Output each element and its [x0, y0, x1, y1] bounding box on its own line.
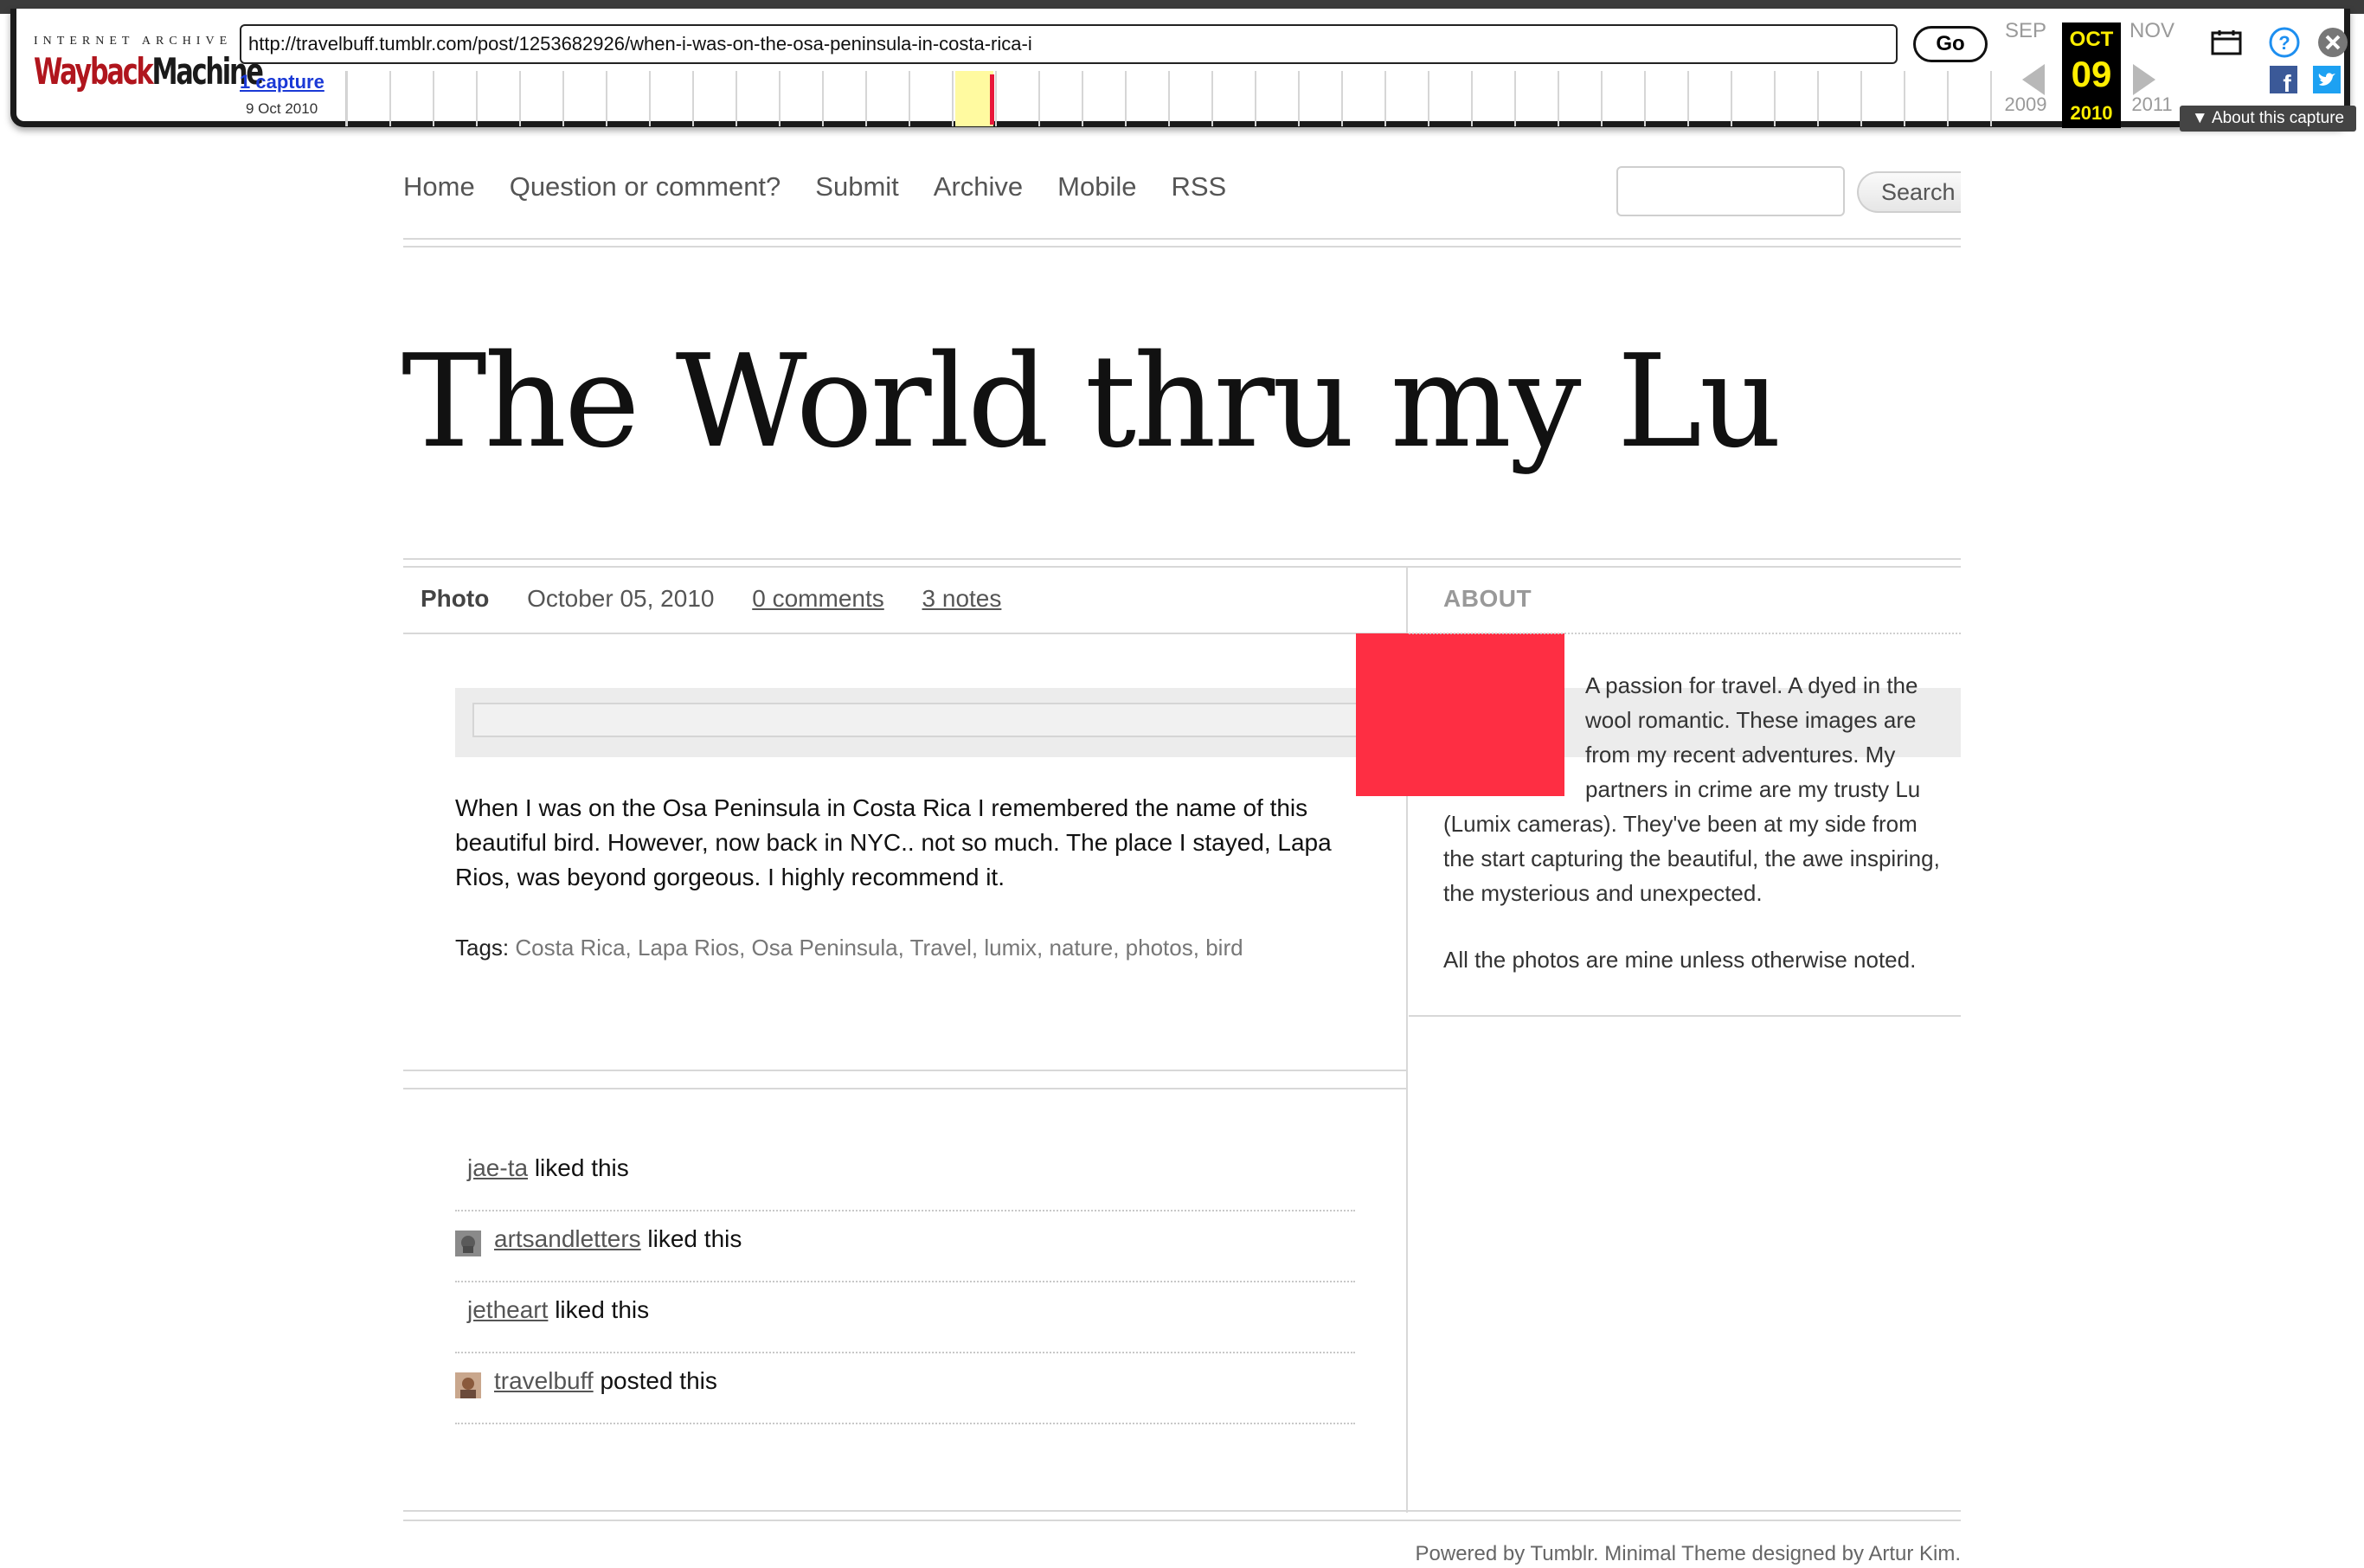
next-year-label[interactable]: 2011: [2117, 93, 2187, 116]
wayback-go-button[interactable]: Go: [1913, 26, 1988, 62]
post-meta: Photo October 05, 2010 0 comments 3 note…: [421, 585, 1032, 620]
capture-date: 9 Oct 2010: [246, 100, 318, 117]
footer-credits: Powered by Tumblr. Minimal Theme designe…: [1415, 1542, 1962, 1565]
help-icon[interactable]: ?: [2268, 26, 2301, 59]
note-item: jetheart liked this: [455, 1284, 1355, 1353]
about-text: (Lumix cameras). They've been at my side…: [1443, 811, 1940, 906]
tag-link[interactable]: bird: [1205, 935, 1243, 961]
note-action: liked this: [647, 1225, 742, 1252]
prev-capture-arrow-icon[interactable]: [2022, 64, 2045, 95]
tag-link[interactable]: Lapa Rios: [638, 935, 739, 961]
current-year-label: 2010: [2070, 102, 2113, 124]
avatar[interactable]: [455, 1231, 481, 1256]
post-meta-divider: [403, 633, 1407, 634]
tag-link[interactable]: photos: [1126, 935, 1193, 961]
logo-wayback-word: Wayback: [34, 50, 154, 93]
header-divider-top: [403, 238, 1961, 240]
notes-divider-top: [403, 1070, 1407, 1071]
red-overlay-block: [1356, 633, 1564, 796]
note-text: artsandletters liked this: [494, 1225, 742, 1253]
about-this-capture-button[interactable]: ▼ About this capture: [2180, 106, 2356, 132]
close-icon[interactable]: [2316, 26, 2349, 59]
wayback-logo[interactable]: INTERNET ARCHIVE WaybackMachine: [34, 35, 264, 112]
logo-wayback-machine-text: WaybackMachine: [34, 50, 264, 93]
tags-label: Tags:: [455, 935, 510, 961]
about-text-wrapped: A passion for travel. A dyed in the wool…: [1585, 672, 1921, 802]
footer-divider-bottom: [403, 1520, 1961, 1521]
post-type[interactable]: Photo: [421, 585, 489, 612]
about-note: All the photos are mine unless otherwise…: [1443, 947, 1917, 973]
tag-link[interactable]: lumix: [984, 935, 1037, 961]
tag-link[interactable]: Osa Peninsula: [752, 935, 898, 961]
nav-mobile[interactable]: Mobile: [1057, 171, 1136, 206]
capture-sparkline[interactable]: [345, 71, 1995, 126]
captures-link[interactable]: 1 capture: [240, 71, 324, 93]
notes-link[interactable]: 3 notes: [922, 585, 1002, 612]
nav-question[interactable]: Question or comment?: [510, 171, 781, 206]
post-caption: When I was on the Osa Peninsula in Costa…: [455, 794, 1332, 890]
comments-link[interactable]: 0 comments: [752, 585, 884, 612]
current-month-label: OCT: [2069, 28, 2114, 51]
note-item: jae-ta liked this: [455, 1142, 1355, 1211]
blog-nav: Home Question or comment? Submit Archive…: [403, 171, 1261, 206]
blog-title[interactable]: The World thru my Lu: [401, 327, 1782, 476]
tag-link[interactable]: Travel: [910, 935, 972, 961]
header-divider-bottom: [403, 246, 1961, 247]
note-text: jae-ta liked this: [467, 1154, 629, 1182]
twitter-icon[interactable]: [2313, 66, 2341, 93]
note-action: liked this: [534, 1154, 629, 1181]
note-action: posted this: [600, 1367, 717, 1394]
svg-text:?: ?: [2278, 32, 2290, 54]
sidebar-divider: [1409, 1015, 1961, 1017]
prev-month-label[interactable]: SEP: [1991, 19, 2060, 43]
search-input[interactable]: [1616, 166, 1845, 216]
sidebar-heading-divider: [1409, 633, 1961, 634]
post-date[interactable]: October 05, 2010: [527, 585, 714, 612]
content-divider-top: [403, 558, 1961, 560]
nav-archive[interactable]: Archive: [934, 171, 1023, 206]
note-user-link[interactable]: jae-ta: [467, 1154, 528, 1181]
note-text: travelbuff posted this: [494, 1367, 717, 1395]
svg-text:f: f: [2283, 70, 2291, 93]
sidebar-heading: ABOUT: [1443, 585, 1532, 612]
next-month-label[interactable]: NOV: [2117, 19, 2187, 43]
sparkline-current-month-highlight: [955, 71, 993, 126]
wayback-toolbar: INTERNET ARCHIVE WaybackMachine Go 1 cap…: [10, 9, 2356, 132]
prev-year-label[interactable]: 2009: [1991, 93, 2060, 116]
content-divider-bottom: [403, 566, 1961, 568]
note-text: jetheart liked this: [467, 1296, 649, 1324]
tag-link[interactable]: Costa Rica: [515, 935, 625, 961]
next-capture-arrow-icon[interactable]: [2133, 64, 2155, 95]
logo-internet-archive-text: INTERNET ARCHIVE: [34, 35, 233, 48]
tag-link[interactable]: nature: [1049, 935, 1113, 961]
nav-submit[interactable]: Submit: [815, 171, 898, 206]
photo-placeholder[interactable]: [472, 703, 1390, 737]
note-item: travelbuff posted this: [455, 1355, 1355, 1424]
nav-home[interactable]: Home: [403, 171, 475, 206]
current-day-label: 09: [2071, 54, 2112, 94]
current-capture-date: OCT 09 2010: [2062, 22, 2121, 128]
calendar-icon[interactable]: [2211, 29, 2242, 55]
note-item: artsandletters liked this: [455, 1213, 1355, 1282]
search-button[interactable]: Search: [1857, 171, 1961, 213]
note-user-link[interactable]: artsandletters: [494, 1225, 641, 1252]
post-tags: Tags: Costa Rica, Lapa Rios, Osa Peninsu…: [455, 935, 1243, 961]
wayback-url-input[interactable]: [240, 24, 1898, 64]
notes-divider-bottom: [403, 1088, 1407, 1089]
sparkline-capture-mark[interactable]: [990, 74, 994, 125]
nav-rss[interactable]: RSS: [1171, 171, 1226, 206]
note-user-link[interactable]: jetheart: [467, 1296, 548, 1323]
note-action: liked this: [555, 1296, 650, 1323]
avatar[interactable]: [455, 1372, 481, 1398]
footer-divider-top: [403, 1510, 1961, 1512]
facebook-icon[interactable]: f: [2270, 66, 2297, 93]
note-user-link[interactable]: travelbuff: [494, 1367, 594, 1394]
